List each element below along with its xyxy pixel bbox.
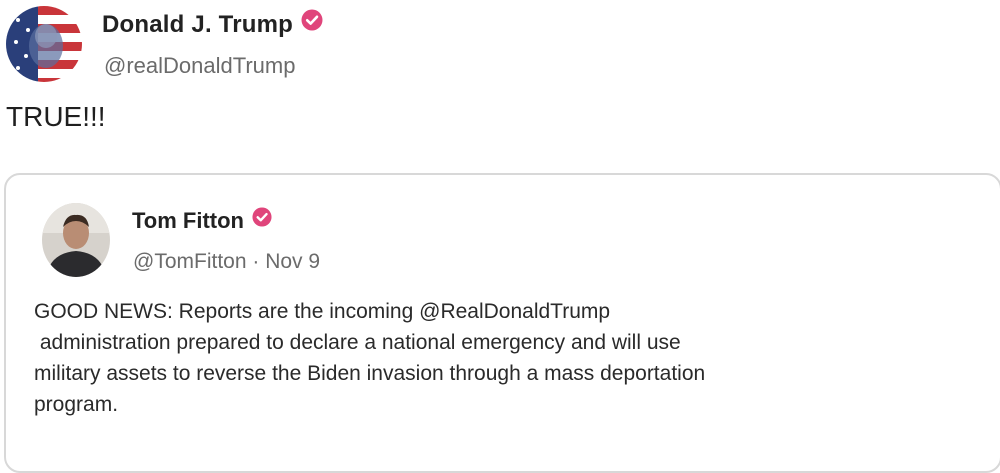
quoted-author-name-row[interactable]: Tom Fitton — [132, 207, 272, 235]
author-handle[interactable]: @realDonaldTrump — [104, 53, 295, 79]
quoted-post-date[interactable]: Nov 9 — [265, 250, 320, 273]
quoted-author-avatar[interactable] — [42, 203, 110, 277]
quoted-author-handle[interactable]: @TomFitton — [133, 250, 247, 273]
avatar[interactable] — [6, 6, 82, 82]
quoted-text-line: GOOD NEWS: Reports are the incoming @Rea… — [34, 300, 611, 323]
quoted-author-name[interactable]: Tom Fitton — [132, 208, 244, 233]
author-name[interactable]: Donald J. Trump — [102, 11, 293, 38]
quoted-text-line: military assets to reverse the Biden inv… — [34, 362, 706, 385]
avatar-photo-image — [42, 203, 110, 277]
quoted-meta: @TomFitton · Nov 9 — [133, 250, 320, 274]
quoted-text-line: administration prepared to declare a nat… — [34, 331, 681, 354]
post-card: Donald J. Trump @realDonaldTrump TRUE!!!… — [0, 0, 1000, 473]
quoted-text-line: program. — [34, 393, 119, 416]
post-text: TRUE!!! — [6, 101, 106, 132]
author-name-row[interactable]: Donald J. Trump — [102, 9, 323, 40]
verified-badge-icon — [301, 9, 323, 38]
verified-badge-icon — [252, 207, 272, 233]
quoted-post-text: GOOD NEWS: Reports are the incoming @Rea… — [34, 296, 964, 420]
avatar-flag-image — [6, 6, 82, 82]
meta-separator: · — [252, 250, 260, 273]
